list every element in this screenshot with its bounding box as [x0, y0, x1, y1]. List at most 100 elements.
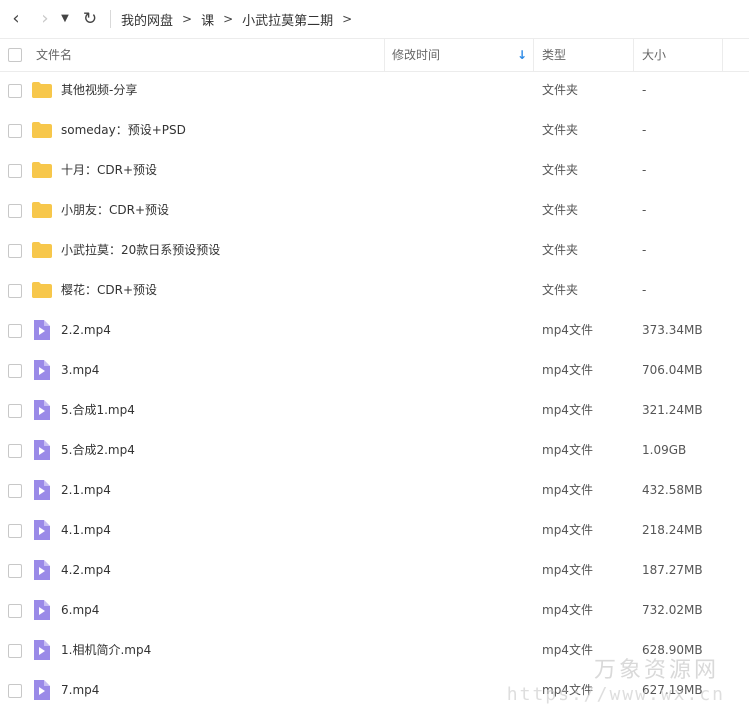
table-row[interactable]: 樱花：CDR+预设 文件夹 -	[0, 270, 749, 310]
video-file-icon	[31, 640, 53, 660]
video-file-icon	[31, 600, 53, 620]
breadcrumb-item-course[interactable]: 课	[201, 10, 214, 29]
file-name[interactable]: 其他视频-分享	[61, 70, 137, 110]
table-row[interactable]: 7.mp4 mp4文件 627.19MB	[0, 670, 749, 710]
column-header-modified[interactable]: 修改时间	[392, 39, 440, 71]
file-name[interactable]: 2.1.mp4	[61, 470, 111, 510]
table-row[interactable]: 5.合成2.mp4 mp4文件 1.09GB	[0, 430, 749, 470]
video-file-icon	[31, 400, 53, 420]
table-row[interactable]: 小朋友：CDR+预设 文件夹 -	[0, 190, 749, 230]
file-name[interactable]: 5.合成2.mp4	[61, 430, 135, 470]
breadcrumb: 我的网盘 > 课 > 小武拉莫第二期 >	[121, 0, 361, 38]
column-divider[interactable]	[722, 39, 723, 71]
table-row[interactable]: someday：预设+PSD 文件夹 -	[0, 110, 749, 150]
row-checkbox[interactable]	[8, 444, 22, 458]
table-row[interactable]: 3.mp4 mp4文件 706.04MB	[0, 350, 749, 390]
row-checkbox[interactable]	[8, 564, 22, 578]
file-type: 文件夹	[542, 163, 579, 177]
file-name[interactable]: 3.mp4	[61, 350, 99, 390]
file-list-header: 文件名 修改时间 ↓ 类型 大小	[0, 38, 749, 72]
file-list: 其他视频-分享 文件夹 - someday：预设+PSD 文件夹 - 十月：CDR+预设 文件…	[0, 70, 749, 710]
row-checkbox[interactable]	[8, 684, 22, 698]
table-row[interactable]: 其他视频-分享 文件夹 -	[0, 70, 749, 110]
table-row[interactable]: 1.相机简介.mp4 mp4文件 628.90MB	[0, 630, 749, 670]
select-all-checkbox[interactable]	[8, 48, 22, 62]
breadcrumb-separator: >	[182, 12, 193, 26]
row-checkbox[interactable]	[8, 404, 22, 418]
file-size: -	[642, 203, 647, 217]
table-row[interactable]: 4.2.mp4 mp4文件 187.27MB	[0, 550, 749, 590]
file-type: 文件夹	[542, 243, 579, 257]
row-checkbox[interactable]	[8, 324, 22, 338]
video-file-icon	[31, 560, 53, 580]
file-size: 218.24MB	[642, 523, 703, 537]
file-name[interactable]: 7.mp4	[61, 670, 99, 710]
file-type: mp4文件	[542, 643, 593, 657]
breadcrumb-item-root[interactable]: 我的网盘	[121, 10, 173, 29]
table-row[interactable]: 十月：CDR+预设 文件夹 -	[0, 150, 749, 190]
breadcrumb-separator: >	[342, 12, 353, 26]
folder-icon	[31, 280, 53, 300]
file-type: mp4文件	[542, 323, 593, 337]
row-checkbox[interactable]	[8, 484, 22, 498]
video-file-icon	[31, 440, 53, 460]
breadcrumb-item-current[interactable]: 小武拉莫第二期	[242, 10, 333, 29]
file-name[interactable]: 樱花：CDR+预设	[61, 270, 157, 310]
table-row[interactable]: 4.1.mp4 mp4文件 218.24MB	[0, 510, 749, 550]
file-size: -	[642, 283, 647, 297]
column-header-name[interactable]: 文件名	[36, 39, 72, 71]
row-checkbox[interactable]	[8, 164, 22, 178]
breadcrumb-separator: >	[223, 12, 234, 26]
file-size: 321.24MB	[642, 403, 703, 417]
table-row[interactable]: 2.2.mp4 mp4文件 373.34MB	[0, 310, 749, 350]
table-row[interactable]: 6.mp4 mp4文件 732.02MB	[0, 590, 749, 630]
row-checkbox[interactable]	[8, 364, 22, 378]
file-name[interactable]: 4.2.mp4	[61, 550, 111, 590]
column-header-type[interactable]: 类型	[542, 39, 566, 71]
column-divider[interactable]	[633, 39, 634, 71]
chevron-left-icon[interactable]: ‹	[6, 9, 26, 29]
row-checkbox[interactable]	[8, 84, 22, 98]
video-file-icon	[31, 520, 53, 540]
row-checkbox[interactable]	[8, 124, 22, 138]
file-name[interactable]: 5.合成1.mp4	[61, 390, 135, 430]
arrow-down-icon[interactable]: ↓	[517, 39, 527, 71]
file-size: 628.90MB	[642, 643, 703, 657]
file-name[interactable]: 小朋友：CDR+预设	[61, 190, 169, 230]
file-size: -	[642, 163, 647, 177]
table-row[interactable]: 2.1.mp4 mp4文件 432.58MB	[0, 470, 749, 510]
file-type: mp4文件	[542, 603, 593, 617]
file-name[interactable]: 4.1.mp4	[61, 510, 111, 550]
video-file-icon	[31, 480, 53, 500]
row-checkbox[interactable]	[8, 604, 22, 618]
folder-icon	[31, 80, 53, 100]
file-type: mp4文件	[542, 403, 593, 417]
file-name[interactable]: 2.2.mp4	[61, 310, 111, 350]
row-checkbox[interactable]	[8, 284, 22, 298]
file-name[interactable]: 1.相机简介.mp4	[61, 630, 151, 670]
file-name[interactable]: 十月：CDR+预设	[61, 150, 157, 190]
row-checkbox[interactable]	[8, 204, 22, 218]
refresh-icon[interactable]: ↻	[80, 9, 100, 29]
file-size: 187.27MB	[642, 563, 703, 577]
table-row[interactable]: 小武拉莫：20款日系预设预设 文件夹 -	[0, 230, 749, 270]
chevron-right-icon[interactable]: ›	[35, 9, 55, 29]
caret-down-icon[interactable]: ▼	[58, 9, 72, 29]
table-row[interactable]: 5.合成1.mp4 mp4文件 321.24MB	[0, 390, 749, 430]
row-checkbox[interactable]	[8, 644, 22, 658]
file-type: mp4文件	[542, 483, 593, 497]
file-type: 文件夹	[542, 283, 579, 297]
folder-icon	[31, 160, 53, 180]
column-divider[interactable]	[533, 39, 534, 71]
column-header-size[interactable]: 大小	[642, 39, 666, 71]
file-name[interactable]: someday：预设+PSD	[61, 110, 186, 150]
row-checkbox[interactable]	[8, 244, 22, 258]
file-name[interactable]: 6.mp4	[61, 590, 99, 630]
row-checkbox[interactable]	[8, 524, 22, 538]
file-name[interactable]: 小武拉莫：20款日系预设预设	[61, 230, 220, 270]
folder-icon	[31, 200, 53, 220]
file-size: 373.34MB	[642, 323, 703, 337]
file-type: 文件夹	[542, 83, 579, 97]
toolbar: ‹ › ▼ ↻ 我的网盘 > 课 > 小武拉莫第二期 >	[0, 0, 749, 38]
column-divider[interactable]	[384, 39, 385, 71]
